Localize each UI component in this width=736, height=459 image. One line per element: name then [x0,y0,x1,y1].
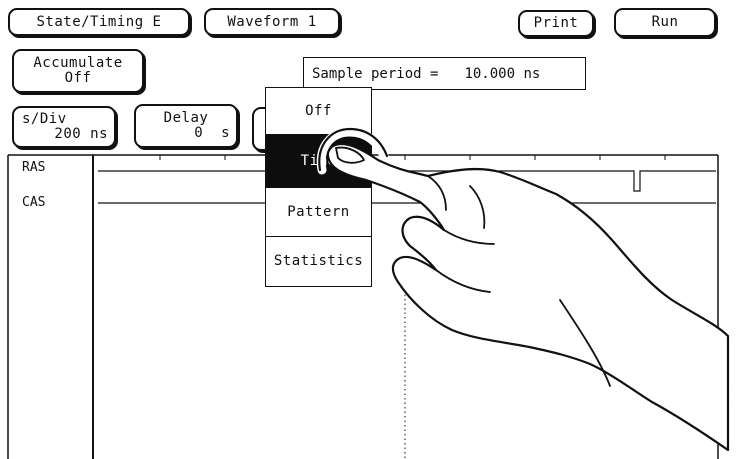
pointing-hand-illustration [316,127,730,452]
logic-analyzer-screen: State/Timing E Waveform 1 Print Run Accu… [0,0,736,459]
